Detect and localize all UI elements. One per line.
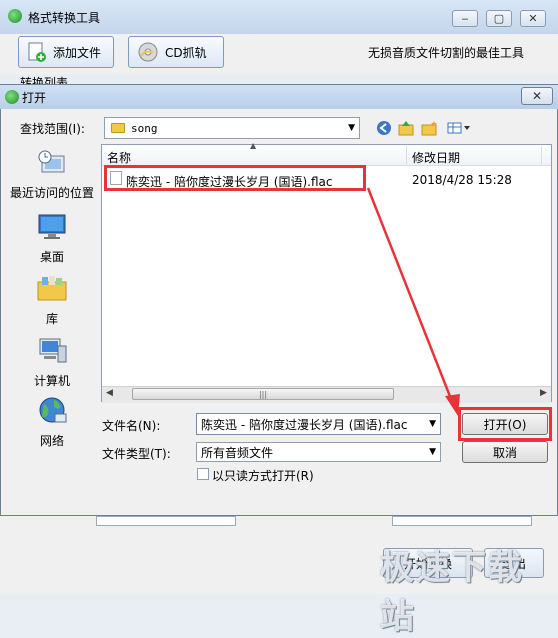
app-title: 格式转换工具: [28, 11, 101, 25]
maximize-button[interactable]: ▢: [486, 10, 512, 27]
computer-icon: [39, 338, 67, 363]
app-close-button[interactable]: ✕: [520, 10, 546, 27]
filetype-select[interactable]: 所有音频文件 ▼: [196, 442, 441, 462]
place-libraries-label: 库: [45, 312, 58, 326]
new-folder-icon[interactable]: [421, 119, 439, 137]
sort-arrow-icon: ▲: [250, 141, 257, 150]
add-file-button[interactable]: 添加文件: [18, 36, 114, 68]
lookin-combo[interactable]: song ▼: [104, 117, 360, 139]
filetype-label: 文件类型(T):: [102, 447, 171, 461]
conversion-list-label: 转换列表: [20, 76, 69, 84]
chevron-down-icon[interactable]: ▼: [429, 419, 436, 429]
up-folder-icon[interactable]: [398, 119, 416, 137]
scroll-right-icon[interactable]: ▶: [540, 388, 547, 398]
tagline: 无损音质文件切割的最佳工具: [368, 46, 525, 60]
filename-input[interactable]: 陈奕迅 - 陪你度过漫长岁月 (国语).flac ▼: [196, 413, 441, 435]
file-list-header: [102, 145, 551, 166]
file-row-modified: 2018/4/28 15:28: [412, 173, 512, 187]
view-menu-icon[interactable]: [446, 119, 472, 137]
highlight-box-open: [458, 407, 552, 441]
cd-icon: [138, 42, 158, 62]
column-modified-header[interactable]: 修改日期: [412, 149, 460, 166]
back-icon[interactable]: [375, 119, 393, 137]
place-desktop[interactable]: 桌面: [6, 212, 98, 265]
place-recent[interactable]: 最近访问的位置: [6, 148, 98, 201]
place-desktop-label: 桌面: [39, 250, 64, 264]
column-name-header[interactable]: 名称: [107, 149, 131, 166]
highlight-box-file: [104, 165, 366, 191]
cd-label: CD抓轨: [165, 45, 207, 60]
readonly-label: 以只读方式打开(R): [212, 469, 314, 483]
place-network-label: 网络: [39, 434, 64, 448]
minimize-button[interactable]: ‒: [452, 10, 478, 27]
output-folder-field[interactable]: [392, 516, 532, 526]
network-icon: [39, 397, 67, 423]
cancel-button-label: 取消: [492, 445, 517, 460]
chevron-down-icon: ▼: [348, 123, 355, 133]
place-libraries[interactable]: 库: [6, 274, 98, 327]
column-separator[interactable]: [406, 146, 407, 164]
output-format-field[interactable]: [96, 516, 236, 526]
column-separator[interactable]: [541, 146, 542, 164]
dialog-logo-icon: [5, 90, 19, 104]
scroll-left-icon[interactable]: ◀: [106, 388, 113, 398]
places-bar: 最近访问的位置 桌面 库 计算机 网络: [6, 140, 98, 460]
place-computer-label: 计算机: [33, 374, 70, 388]
lookin-label: 查找范围(I):: [20, 122, 85, 136]
add-file-label: 添加文件: [53, 45, 102, 60]
filename-label: 文件名(N):: [102, 419, 161, 433]
folder-icon: [111, 123, 125, 133]
dialog-titlebar: [0, 85, 558, 109]
add-file-icon: [28, 42, 46, 62]
place-computer[interactable]: 计算机: [6, 336, 98, 389]
recent-places-icon: [38, 150, 65, 173]
cd-rip-button[interactable]: CD抓轨: [128, 36, 224, 68]
chevron-down-icon[interactable]: ▼: [429, 447, 436, 457]
dialog-close-button[interactable]: ✕: [521, 87, 553, 105]
cancel-button[interactable]: 取消: [462, 441, 548, 463]
lookin-value: song: [131, 121, 158, 135]
scroll-thumb[interactable]: |||: [132, 388, 394, 400]
desktop-icon: [38, 214, 66, 239]
libraries-icon: [37, 276, 67, 301]
filename-value: 陈奕迅 - 陪你度过漫长岁月 (国语).flac: [201, 417, 408, 432]
readonly-checkbox[interactable]: [197, 468, 209, 480]
dialog-title: 打开: [22, 91, 47, 105]
app-logo-icon: [8, 9, 22, 23]
watermark: 极速下载站: [380, 548, 524, 637]
filetype-value: 所有音频文件: [201, 445, 274, 460]
place-network[interactable]: 网络: [6, 396, 98, 449]
place-recent-label: 最近访问的位置: [9, 186, 94, 200]
